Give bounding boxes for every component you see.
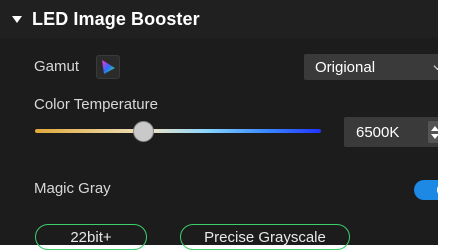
magic-gray-label: Magic Gray: [34, 180, 111, 197]
gamut-label: Gamut: [34, 58, 80, 75]
color-gamut-icon[interactable]: [96, 55, 120, 79]
color-temperature-label: Color Temperature: [34, 96, 158, 113]
gamut-selected-value: Origional: [315, 58, 376, 76]
chip-precise-grayscale[interactable]: Precise Grayscale: [180, 224, 350, 250]
page-edge: [438, 0, 454, 245]
section-title: LED Image Booster: [32, 8, 200, 29]
led-image-booster-panel: LED Image Booster Gamut Origional Color …: [0, 0, 454, 250]
chip-22bit[interactable]: 22bit+: [35, 224, 147, 250]
section-header[interactable]: LED Image Booster: [0, 0, 438, 38]
color-temperature-slider-track[interactable]: [35, 129, 321, 133]
color-temperature-slider-thumb[interactable]: [133, 121, 154, 142]
collapse-triangle-icon[interactable]: [12, 15, 22, 23]
color-temperature-value: 6500K: [356, 123, 400, 141]
gamut-select[interactable]: Origional: [304, 54, 454, 80]
